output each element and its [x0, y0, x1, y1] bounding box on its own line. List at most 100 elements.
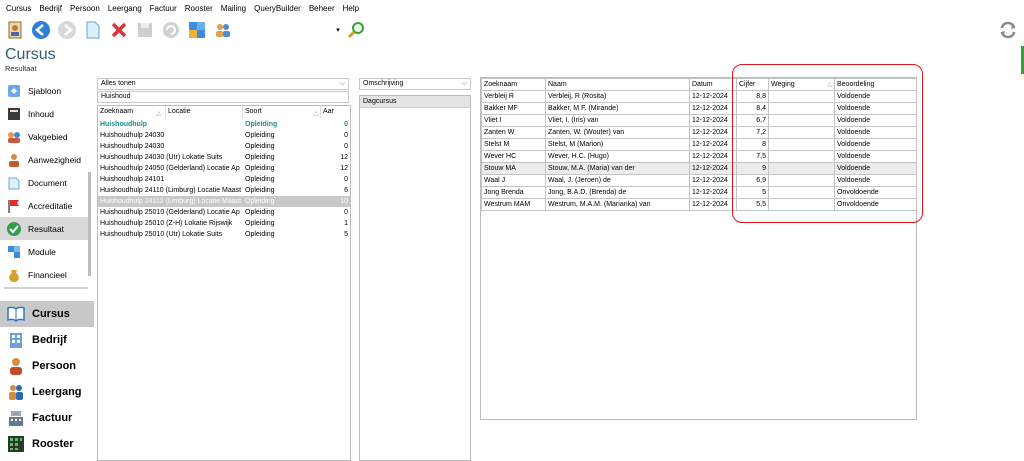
col-header-datum[interactable]: Datum	[689, 78, 737, 91]
chevron-down-icon: ⌵	[461, 80, 467, 87]
course-type: Opleiding	[245, 121, 278, 128]
forward-arrow-icon[interactable]	[56, 19, 78, 41]
list-item[interactable]: Huishoudhulp 24101 Opleiding 0	[98, 174, 350, 185]
course-name: Huishoudhulp 24112 (Limburg) Locatie Maa…	[100, 198, 242, 205]
cell-datum: 12-12-2024	[689, 186, 737, 199]
toolbar: ▾	[0, 16, 1024, 44]
sidenav-item-resultaat[interactable]: Resultaat	[0, 217, 90, 240]
cell-naam: Stouw, M.A. (Maria) van der	[545, 162, 690, 175]
list-item[interactable]: Huishoudhulp 24030 Opleiding 0	[98, 130, 350, 141]
cell-zoeknaam: Verbleij R	[481, 90, 546, 103]
menu-item-rooster[interactable]: Rooster	[183, 4, 219, 13]
sidenav-item-inhoud[interactable]: Inhoud	[0, 102, 90, 125]
sidenav-label: Document	[28, 177, 67, 188]
course-count: 1	[344, 220, 348, 227]
filter-select[interactable]: Alles tonen ⌵	[97, 78, 349, 90]
new-document-icon[interactable]	[82, 19, 104, 41]
dropdown-icon[interactable]: ▾	[334, 19, 342, 41]
puzzle-icon[interactable]	[186, 19, 208, 41]
nav-splitter[interactable]	[4, 287, 88, 289]
list-item[interactable]: Huishoudhulp 24112 (Limburg) Locatie Maa…	[98, 196, 350, 207]
money-bag-icon	[6, 267, 22, 283]
cell-naam: Stelst, M (Marion)	[545, 138, 690, 151]
id-card-icon[interactable]	[4, 19, 26, 41]
module-nav-factuur[interactable]: Factuur	[0, 405, 94, 431]
module-nav-rooster[interactable]: Rooster	[0, 431, 94, 457]
cell-zoeknaam: Wever HC	[481, 150, 546, 163]
search-icon[interactable]	[346, 19, 368, 41]
menu-item-persoon[interactable]: Persoon	[68, 4, 106, 13]
course-name: Huishoudhulp	[100, 121, 148, 128]
course-type: Opleiding	[245, 154, 275, 161]
refresh-icon[interactable]	[998, 20, 1018, 40]
module-nav-leergang[interactable]: Leergang	[0, 379, 94, 405]
col-header-soort[interactable]: Soort △	[243, 106, 321, 118]
search-input[interactable]: Huishoud	[97, 91, 349, 103]
module-nav-label: Bedrijf	[32, 334, 67, 346]
cell-naam: Verbleij, R (Rosita)	[545, 90, 690, 103]
course-count: 0	[344, 143, 348, 150]
building-icon	[6, 330, 26, 350]
back-arrow-icon[interactable]	[30, 19, 52, 41]
course-name: Huishoudhulp 25010 (Utr) Lokatie Suits	[100, 231, 223, 238]
menu-item-bedrijf[interactable]: Bedrijf	[37, 4, 68, 13]
sidenav-item-accreditatie[interactable]: Accreditatie	[0, 194, 90, 217]
sidenav-item-financieel[interactable]: Financieel	[0, 263, 90, 286]
list-item[interactable]: Huishoudhulp 24030 (Utr) Lokatie Suits Op…	[98, 152, 350, 163]
col-header-aantal[interactable]: Aar	[321, 106, 350, 118]
list-item[interactable]: Huishoudhulp 24050 (Gelderland) Locatie …	[98, 163, 350, 174]
cell-naam: Jong, B.A.D. (Brenda) de	[545, 186, 690, 199]
course-name: Huishoudhulp 24030 (Utr) Lokatie Suits	[100, 154, 223, 161]
sidenav-scrollbar[interactable]	[88, 172, 91, 276]
list-item[interactable]: Huishoudhulp 24110 (Limburg) Locatie Maa…	[98, 185, 350, 196]
users-icon[interactable]	[212, 19, 234, 41]
sidenav-item-document[interactable]: Document	[0, 171, 90, 194]
list-item[interactable]: Huishoudhulp 25010 (Gelderland) Locatie …	[98, 207, 350, 218]
course-name: Huishoudhulp 25010 (Z-H) Lokatie Rijswij…	[100, 220, 233, 227]
menu-item-leergang[interactable]: Leergang	[106, 4, 148, 13]
course-count: 12	[340, 165, 348, 172]
course-type: Opleiding	[245, 143, 275, 150]
list-item[interactable]: Huishoudhulp 25010 (Z-H) Lokatie Rijswij…	[98, 218, 350, 229]
cell-zoeknaam: Westrum MAM	[481, 198, 546, 211]
course-type: Opleiding	[245, 231, 275, 238]
list-item[interactable]: Huishoudhulp 25010 (Utr) Lokatie Suits Op…	[98, 229, 350, 240]
col-header-zoeknaam[interactable]: Zoeknaam △	[98, 106, 166, 118]
col-header-locatie[interactable]: Locatie	[166, 106, 243, 118]
menu-item-factuur[interactable]: Factuur	[148, 4, 183, 13]
menu-item-cursus[interactable]: Cursus	[4, 4, 37, 13]
sidenav-label: Vakgebied	[28, 131, 68, 142]
sidenav-item-module[interactable]: Module	[0, 240, 90, 263]
course-type: Opleiding	[245, 176, 275, 183]
sidenav-label: Resultaat	[28, 223, 64, 234]
course-name: Huishoudhulp 25010 (Gelderland) Locatie …	[100, 209, 240, 216]
col-header-naam[interactable]: Naam	[545, 78, 690, 91]
cell-datum: 12-12-2024	[689, 150, 737, 163]
menu-item-beheer[interactable]: Beheer	[307, 4, 341, 13]
description-select[interactable]: Omschrijving ⌵	[359, 78, 471, 90]
module-nav-label: Persoon	[32, 360, 77, 372]
list-item[interactable]: Huishoudhulp Opleiding 0	[98, 119, 350, 130]
undo-icon[interactable]	[160, 19, 182, 41]
module-icon	[6, 244, 22, 260]
list-item[interactable]: Dagcursus	[360, 96, 470, 108]
menu-item-help[interactable]: Help	[341, 4, 365, 13]
module-nav-cursus[interactable]: Cursus	[0, 301, 94, 327]
course-count: 10	[340, 198, 348, 205]
cell-naam: Westrum, M.A.M. (Marianka) van	[545, 198, 690, 211]
module-nav-bedrijf[interactable]: Bedrijf	[0, 327, 94, 353]
menu-item-querybuilder[interactable]: QueryBuilder	[252, 4, 307, 13]
save-icon[interactable]	[134, 19, 156, 41]
menu-item-mailing[interactable]: Mailing	[219, 4, 252, 13]
module-nav-persoon[interactable]: Persoon	[0, 353, 94, 379]
cell-zoeknaam: Bakker MF	[481, 102, 546, 115]
sidenav-item-aanwezigheid[interactable]: Aanwezigheid	[0, 148, 90, 171]
course-name: Huishoudhulp 24050 (Gelderland) Locatie …	[100, 165, 240, 172]
col-header-zoeknaam[interactable]: Zoeknaam	[481, 78, 546, 91]
list-item[interactable]: Huishoudhulp 24030 Opleiding 0	[98, 141, 350, 152]
sidenav-item-sjabloon[interactable]: Sjabloon	[0, 79, 90, 102]
cell-datum: 12-12-2024	[689, 138, 737, 151]
book-open-icon	[6, 304, 26, 324]
sidenav-item-vakgebied[interactable]: Vakgebied	[0, 125, 90, 148]
delete-icon[interactable]	[108, 19, 130, 41]
